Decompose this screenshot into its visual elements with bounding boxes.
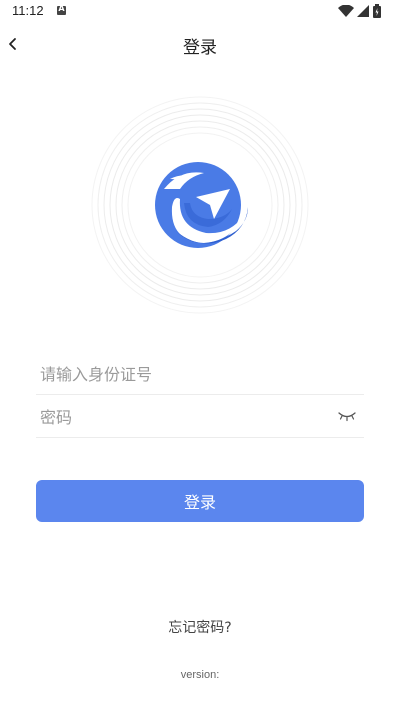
wifi-icon <box>338 5 354 17</box>
password-field <box>36 395 364 438</box>
login-button[interactable]: 登录 <box>36 480 364 522</box>
battery-icon <box>373 4 381 18</box>
version-text: version: <box>180 669 220 681</box>
forgot-password-link[interactable]: 忘记密码? <box>0 617 400 637</box>
id-number-input[interactable] <box>38 361 332 387</box>
status-bar: 11:12 A <box>0 0 400 24</box>
nav-bar: 登录 <box>0 24 400 64</box>
eye-closed-icon[interactable] <box>336 409 358 423</box>
status-icons <box>328 4 388 18</box>
app-logo-icon <box>155 162 248 248</box>
id-number-field <box>36 352 364 395</box>
status-time: 11:12 <box>12 3 44 18</box>
page-title: 登录 <box>183 38 217 58</box>
notification-a-icon: A <box>57 4 66 15</box>
password-input[interactable] <box>38 404 332 430</box>
signal-icon <box>357 5 369 17</box>
logo-area <box>90 95 310 315</box>
